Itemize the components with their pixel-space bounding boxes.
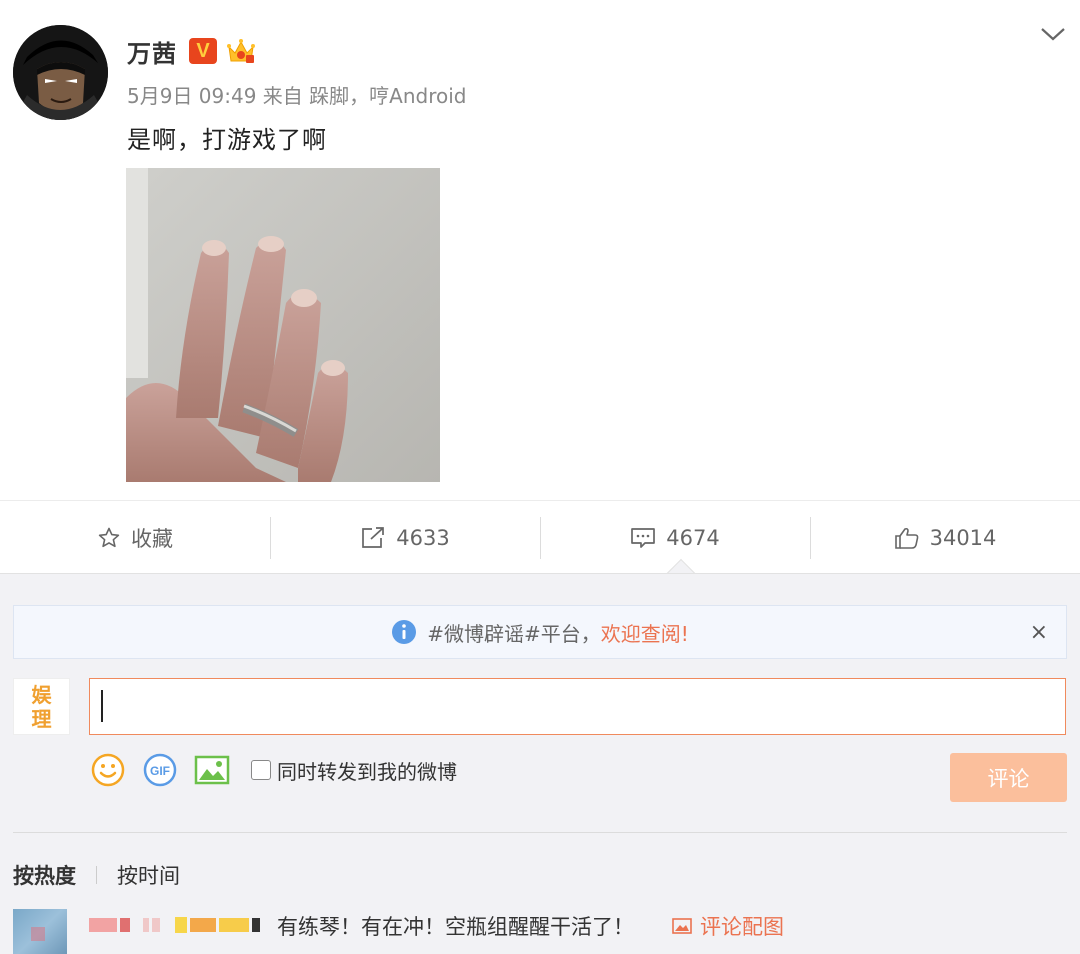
my-avatar-text-top: 娱 (31, 682, 52, 707)
my-avatar[interactable]: 娱 理 (13, 678, 70, 735)
divider (13, 832, 1067, 833)
comment-picture-link[interactable]: 评论配图 (672, 911, 784, 941)
repost-count: 4633 (396, 525, 450, 550)
info-icon (391, 619, 417, 645)
checkbox-box[interactable] (251, 760, 271, 780)
gif-icon[interactable]: GIF (141, 751, 179, 789)
composer-tools: GIF 同时转发到我的微博 (89, 750, 457, 790)
comment-item: 有练琴！有在冲！空瓶组醒醒干活了！ 评论配图 (13, 909, 1067, 954)
favorite-button[interactable]: 收藏 (0, 501, 270, 574)
star-icon (97, 526, 121, 550)
sort-by-hot[interactable]: 按热度 (13, 860, 76, 890)
text-caret (101, 690, 103, 722)
action-bar: 收藏 4633 4674 34014 (0, 500, 1080, 574)
svg-text:GIF: GIF (150, 764, 170, 778)
comment-text: 有练琴！有在冲！空瓶组醒醒干活了！ (277, 915, 634, 939)
commenter-name[interactable] (89, 914, 263, 936)
sort-by-time[interactable]: 按时间 (117, 860, 180, 890)
like-icon (894, 526, 920, 550)
repost-checkbox-label: 同时转发到我的微博 (277, 759, 457, 784)
sort-bar: 按热度 按时间 (13, 860, 180, 890)
sort-divider (96, 866, 97, 884)
crown-icon[interactable] (225, 36, 257, 66)
favorite-label: 收藏 (131, 526, 173, 551)
close-icon[interactable]: × (1030, 620, 1048, 645)
commenter-avatar[interactable] (13, 909, 67, 954)
comment-area: #微博辟谣#平台， 欢迎查阅! × 娱 理 GIF 同时转发到我的微博 评论 按… (0, 573, 1080, 954)
comment-picture-label: 评论配图 (700, 915, 784, 939)
chevron-down-icon[interactable] (1038, 22, 1068, 46)
author-row: 万茜 V (127, 34, 257, 68)
weibo-post: 万茜 V 5月9日 09:49 来自 跺脚，哼Android 是啊，打游戏了啊 (0, 0, 1080, 500)
repost-checkbox[interactable]: 同时转发到我的微博 (251, 756, 457, 785)
rumor-notice: #微博辟谣#平台， 欢迎查阅! × (13, 605, 1067, 659)
like-button[interactable]: 34014 (810, 501, 1080, 574)
author-name[interactable]: 万茜 (127, 34, 177, 69)
repost-button[interactable]: 4633 (270, 501, 540, 574)
my-avatar-text-bottom: 理 (31, 706, 52, 731)
post-image[interactable] (126, 168, 440, 482)
post-meta: 5月9日 09:49 来自 跺脚，哼Android (127, 84, 467, 108)
notice-link[interactable]: 欢迎查阅! (601, 618, 689, 647)
comment-icon (630, 526, 656, 550)
emoji-icon[interactable] (89, 751, 127, 789)
verified-badge[interactable]: V (189, 38, 217, 64)
post-text: 是啊，打游戏了啊 (127, 126, 327, 154)
picture-icon (672, 917, 692, 935)
submit-comment-button[interactable]: 评论 (950, 753, 1067, 802)
comment-input[interactable] (89, 678, 1066, 735)
repost-icon (360, 526, 386, 550)
author-avatar[interactable] (13, 25, 108, 120)
notice-text: #微博辟谣#平台， (427, 621, 601, 646)
like-count: 34014 (929, 525, 997, 550)
image-icon[interactable] (193, 751, 231, 789)
comment-count: 4674 (666, 525, 720, 550)
